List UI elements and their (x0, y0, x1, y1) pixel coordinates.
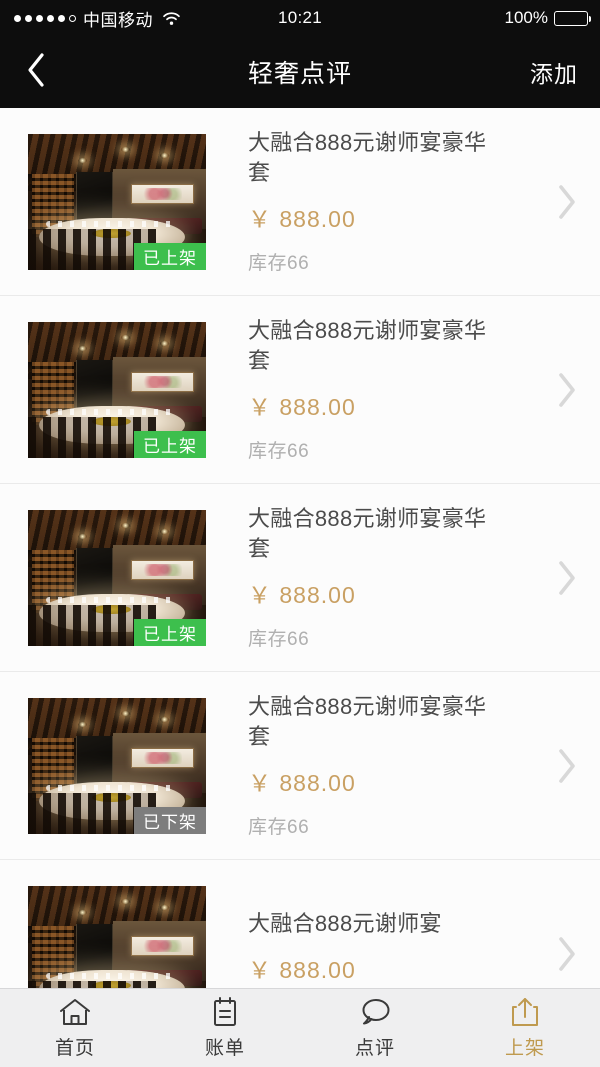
status-badge: 已下架 (134, 806, 206, 834)
status-badge: 已上架 (134, 430, 206, 458)
tab-bar: 首页 账单 点评 上架 (0, 988, 600, 1067)
tab-label: 上架 (504, 1038, 545, 1059)
product-title: 大融合888元谢师宴豪华套 (248, 694, 487, 749)
product-price: ￥ 888.00 (248, 394, 356, 420)
nav-bar: 轻奢点评 添加 (0, 36, 600, 108)
chevron-left-icon (25, 50, 47, 95)
product-thumbnail: 已上架 (28, 133, 206, 270)
chevron-right-icon[interactable] (556, 747, 578, 785)
list-item[interactable]: 大融合888元谢师宴 ￥ 888.00 (0, 860, 600, 988)
page-title: 轻奢点评 (247, 60, 352, 88)
product-title: 大融合888元谢师宴豪华套 (248, 318, 487, 373)
product-info: 大融合888元谢师宴豪华套 ￥ 888.00 库存66 (206, 506, 600, 650)
banquet-room-photo (28, 885, 206, 988)
back-button[interactable] (0, 36, 72, 108)
product-price: ￥ 888.00 (248, 770, 356, 796)
clipboard-icon (210, 996, 240, 1028)
list-item[interactable]: 已上架 大融合888元谢师宴豪华套 ￥ 888.00 库存66 (0, 484, 600, 672)
product-list[interactable]: 已上架 大融合888元谢师宴豪华套 ￥ 888.00 库存66 已上架 大融合8… (0, 108, 600, 988)
battery-icon (554, 10, 591, 26)
tab-bills[interactable]: 账单 (150, 989, 300, 1067)
comment-icon (358, 996, 392, 1028)
list-item[interactable]: 已上架 大融合888元谢师宴豪华套 ￥ 888.00 库存66 (0, 108, 600, 296)
tab-on-shelf[interactable]: 上架 (450, 989, 600, 1067)
product-title: 大融合888元谢师宴豪华套 (248, 506, 487, 561)
product-thumbnail (28, 885, 206, 988)
tab-reviews[interactable]: 点评 (300, 989, 450, 1067)
status-badge: 已上架 (134, 242, 206, 270)
product-thumbnail: 已下架 (28, 697, 206, 834)
product-info: 大融合888元谢师宴豪华套 ￥ 888.00 库存66 (206, 318, 600, 462)
product-price: ￥ 888.00 (248, 206, 356, 232)
add-button[interactable]: 添加 (530, 55, 578, 89)
product-title: 大融合888元谢师宴豪华套 (248, 130, 487, 185)
product-info: 大融合888元谢师宴 ￥ 888.00 (206, 886, 600, 989)
chevron-right-icon[interactable] (556, 183, 578, 221)
product-price: ￥ 888.00 (248, 956, 356, 983)
list-item[interactable]: 已上架 大融合888元谢师宴豪华套 ￥ 888.00 库存66 (0, 296, 600, 484)
product-thumbnail: 已上架 (28, 321, 206, 458)
product-thumbnail: 已上架 (28, 509, 206, 646)
battery-percent-label: 100% (504, 8, 548, 27)
tab-home[interactable]: 首页 (0, 989, 150, 1067)
product-stock: 库存66 (248, 253, 310, 274)
product-info: 大融合888元谢师宴豪华套 ￥ 888.00 库存66 (206, 694, 600, 838)
chevron-right-icon[interactable] (556, 371, 578, 409)
chevron-right-icon[interactable] (556, 935, 578, 973)
chevron-right-icon[interactable] (556, 559, 578, 597)
tab-label: 首页 (54, 1038, 95, 1059)
product-price: ￥ 888.00 (248, 582, 356, 608)
product-title: 大融合888元谢师宴 (248, 910, 442, 936)
home-icon (58, 996, 92, 1028)
product-stock: 库存66 (248, 817, 310, 838)
status-bar: 中国移动 10:21 100% (0, 0, 600, 36)
tab-label: 点评 (354, 1038, 395, 1059)
list-item[interactable]: 已下架 大融合888元谢师宴豪华套 ￥ 888.00 库存66 (0, 672, 600, 860)
tab-label: 账单 (204, 1038, 245, 1059)
product-stock: 库存66 (248, 629, 310, 650)
status-bar-right: 100% (504, 8, 591, 28)
product-info: 大融合888元谢师宴豪华套 ￥ 888.00 库存66 (206, 130, 600, 274)
product-stock: 库存66 (248, 441, 310, 462)
upload-icon (509, 996, 541, 1028)
status-badge: 已上架 (134, 618, 206, 646)
